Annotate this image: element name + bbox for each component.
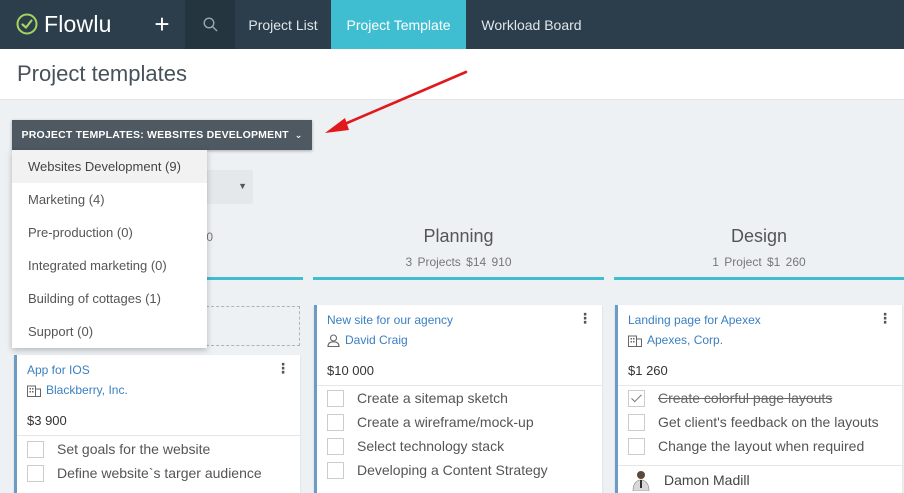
assignee-row[interactable]: Damon Madill [618,465,902,493]
top-navigation-bar: Flowlu + Project List Project Template W… [0,0,904,49]
tab-project-list[interactable]: Project List [236,0,330,49]
tab-workload-board[interactable]: Workload Board [466,0,597,49]
search-icon [202,17,217,32]
dropdown-label: PROJECT TEMPLATES: WEBSITES DEVELOPMENT [21,129,289,141]
logo-check-icon [16,13,38,35]
task-item: Create a sitemap sketch [327,386,508,410]
more-options-icon[interactable]: ⋮ [578,311,592,325]
card-client[interactable]: Apexes, Corp. [628,333,723,347]
page-header: Project templates [0,49,904,100]
search-button[interactable] [185,0,235,49]
avatar [632,470,650,491]
flowlu-logo[interactable]: Flowlu [16,9,112,39]
task-item-done: Create colorful page layouts [628,386,832,410]
card-divider [17,435,300,436]
task-label: Developing a Content Strategy [357,462,548,478]
client-name: Blackberry, Inc. [46,383,128,397]
more-options-icon[interactable]: ⋮ [878,311,892,325]
menu-item-websites-development[interactable]: Websites Development (9) [12,150,207,183]
assignee-name: Damon Madill [664,471,750,488]
task-item: Change the layout when required [628,434,864,458]
task-label: Create colorful page layouts [658,390,833,406]
select-arrow-icon: ▼ [238,181,247,191]
task-item: Set goals for the website [27,437,210,461]
task-label: Create a wireframe/mock-up [357,414,534,430]
task-item: Select technology stack [327,434,504,458]
filter-select[interactable]: ▼ [205,170,253,204]
card-title[interactable]: New site for our agency [327,313,453,327]
menu-item-building-of-cottages[interactable]: Building of cottages (1) [12,282,207,315]
card-client[interactable]: Blackberry, Inc. [27,383,128,397]
task-checkbox[interactable] [327,437,344,455]
card-title[interactable]: App for IOS [27,363,90,377]
column-stats: 3 Projects $14 910 [405,255,512,269]
task-label: Define website`s targer audience [57,465,262,481]
drop-placeholder [206,306,300,346]
menu-item-support[interactable]: Support (0) [12,315,207,348]
chevron-down-icon: ⌄ [294,129,303,140]
person-icon [327,333,340,347]
card-title[interactable]: Landing page for Apexex [628,313,761,327]
add-button[interactable]: + [140,0,184,49]
logo-text: Flowlu [44,10,112,37]
card-price: $3 900 [27,413,67,428]
project-card-new-site[interactable]: New site for our agency ⋮ David Craig $1… [314,305,602,493]
page-title: Project templates [17,61,187,86]
column-header-design: Design 1 Project $1 260 [614,222,904,280]
task-checkbox[interactable] [327,389,344,407]
menu-item-marketing[interactable]: Marketing (4) [12,183,207,216]
task-item: Get client's feedback on the layouts [628,410,879,434]
task-label: Create a sitemap sketch [357,390,508,406]
tab-project-template[interactable]: Project Template [331,0,466,49]
task-checkbox-checked[interactable] [628,389,645,407]
card-client[interactable]: David Craig [327,333,408,347]
task-checkbox[interactable] [27,440,44,458]
card-price: $10 000 [327,363,374,378]
client-name: Apexes, Corp. [647,333,724,347]
task-item: Developing a Content Strategy [327,458,548,482]
menu-item-integrated-marketing[interactable]: Integrated marketing (0) [12,249,207,282]
task-checkbox[interactable] [27,464,44,482]
menu-item-pre-production[interactable]: Pre-production (0) [12,216,207,249]
column-accent-bar [614,277,904,280]
task-label: Get client's feedback on the layouts [658,414,879,430]
task-label: Select technology stack [357,438,505,454]
task-item: Define website`s targer audience [27,461,262,485]
project-card-landing-page[interactable]: Landing page for Apexex ⋮ Apexes, Corp. … [615,305,902,493]
project-templates-menu: Websites Development (9) Marketing (4) P… [12,150,207,348]
card-price: $1 260 [628,363,668,378]
column-stats: 1 Project $1 260 [712,255,806,269]
column-header-planning: Planning 3 Projects $14 910 [313,222,604,280]
column-accent-bar [313,277,604,280]
plus-icon: + [154,9,170,39]
building-icon [27,385,41,397]
task-item: Create a wireframe/mock-up [327,410,534,434]
task-checkbox[interactable] [628,437,645,455]
task-checkbox[interactable] [327,413,344,431]
client-name: David Craig [345,333,408,347]
task-checkbox[interactable] [327,461,344,479]
column-title: Planning [423,226,494,246]
project-card-app-for-ios[interactable]: App for IOS ⋮ Blackberry, Inc. $3 900 Se… [14,355,300,493]
project-templates-dropdown-button[interactable]: PROJECT TEMPLATES: WEBSITES DEVELOPMENT … [12,120,312,150]
task-checkbox[interactable] [628,413,645,431]
column-title: Design [730,226,788,246]
building-icon [628,335,642,347]
task-label: Set goals for the website [57,441,211,457]
more-options-icon[interactable]: ⋮ [276,361,290,375]
task-label: Change the layout when required [658,438,865,454]
